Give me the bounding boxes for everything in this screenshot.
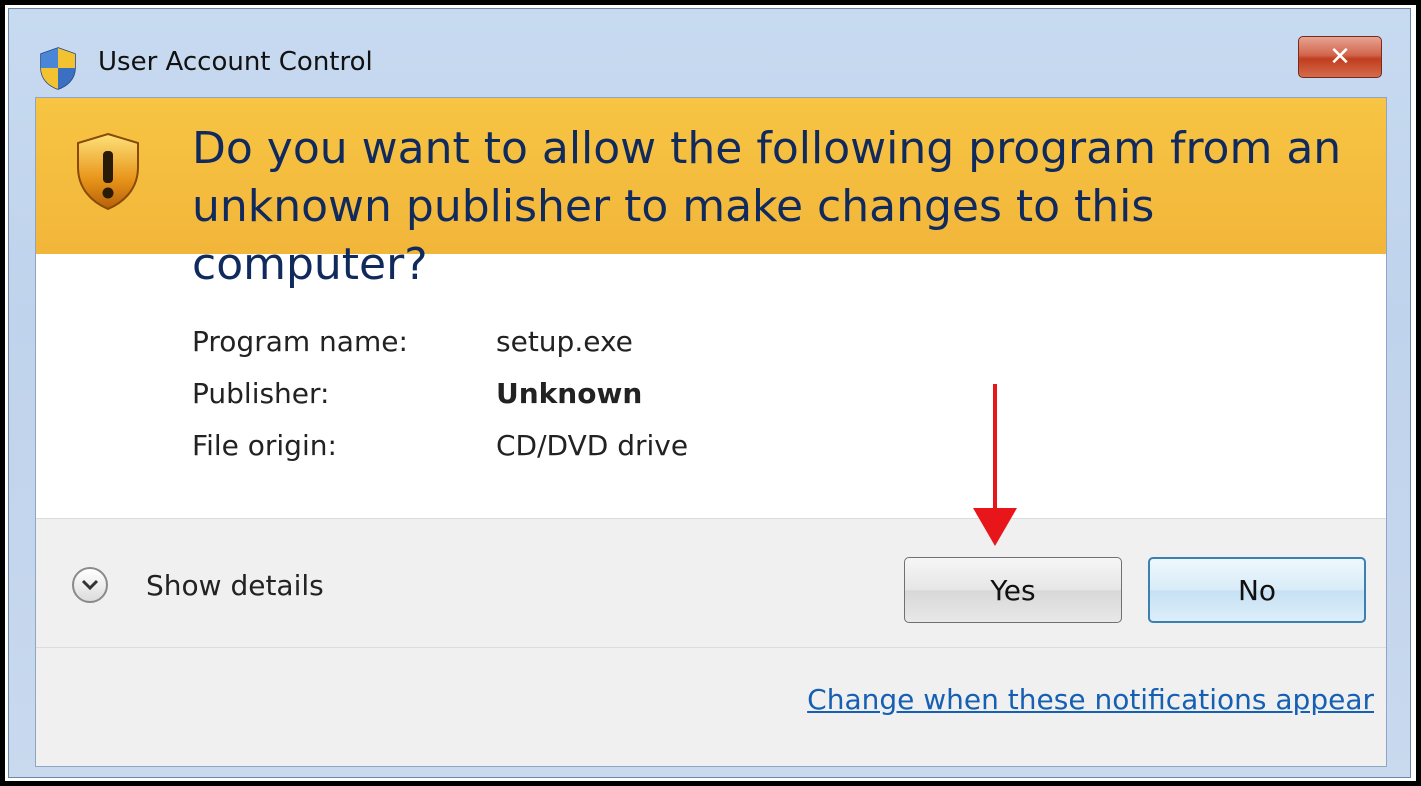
detail-row-file-origin: File origin: CD/DVD drive xyxy=(192,420,688,472)
prompt-question: Do you want to allow the following progr… xyxy=(192,123,1342,290)
chevron-down-icon xyxy=(72,567,108,603)
no-button[interactable]: No xyxy=(1148,557,1366,623)
yes-button[interactable]: Yes xyxy=(904,557,1122,623)
change-notifications-link[interactable]: Change when these notifications appear xyxy=(807,683,1374,716)
warning-banner: Do you want to allow the following progr… xyxy=(36,98,1386,290)
program-details: Program name: setup.exe Publisher: Unkno… xyxy=(192,316,688,472)
detail-label: Publisher: xyxy=(192,377,330,410)
window-title: User Account Control xyxy=(98,47,373,77)
detail-value: CD/DVD drive xyxy=(496,429,689,462)
uac-shield-icon xyxy=(40,47,76,90)
red-arrow-icon xyxy=(973,384,1017,546)
close-icon: ✕ xyxy=(1329,42,1351,72)
detail-value: setup.exe xyxy=(496,325,633,358)
detail-value: Unknown xyxy=(496,377,643,410)
detail-label: Program name: xyxy=(192,325,408,358)
uac-dialog: User Account Control ✕ Do you want to al… xyxy=(8,8,1411,778)
detail-row-publisher: Publisher: Unknown xyxy=(192,368,688,420)
footer-divider xyxy=(36,647,1386,648)
detail-row-program-name: Program name: setup.exe xyxy=(192,316,688,368)
warning-shield-icon xyxy=(77,132,139,211)
detail-label: File origin: xyxy=(192,429,337,462)
title-bar: User Account Control ✕ xyxy=(9,9,1410,97)
show-details-label: Show details xyxy=(146,568,324,602)
chevron-glyph xyxy=(81,579,99,591)
show-details-toggle[interactable]: Show details xyxy=(72,567,324,603)
close-button[interactable]: ✕ xyxy=(1298,36,1382,78)
dialog-footer: Show details Yes No Change when these no… xyxy=(36,518,1386,766)
dialog-content: Do you want to allow the following progr… xyxy=(35,97,1387,767)
